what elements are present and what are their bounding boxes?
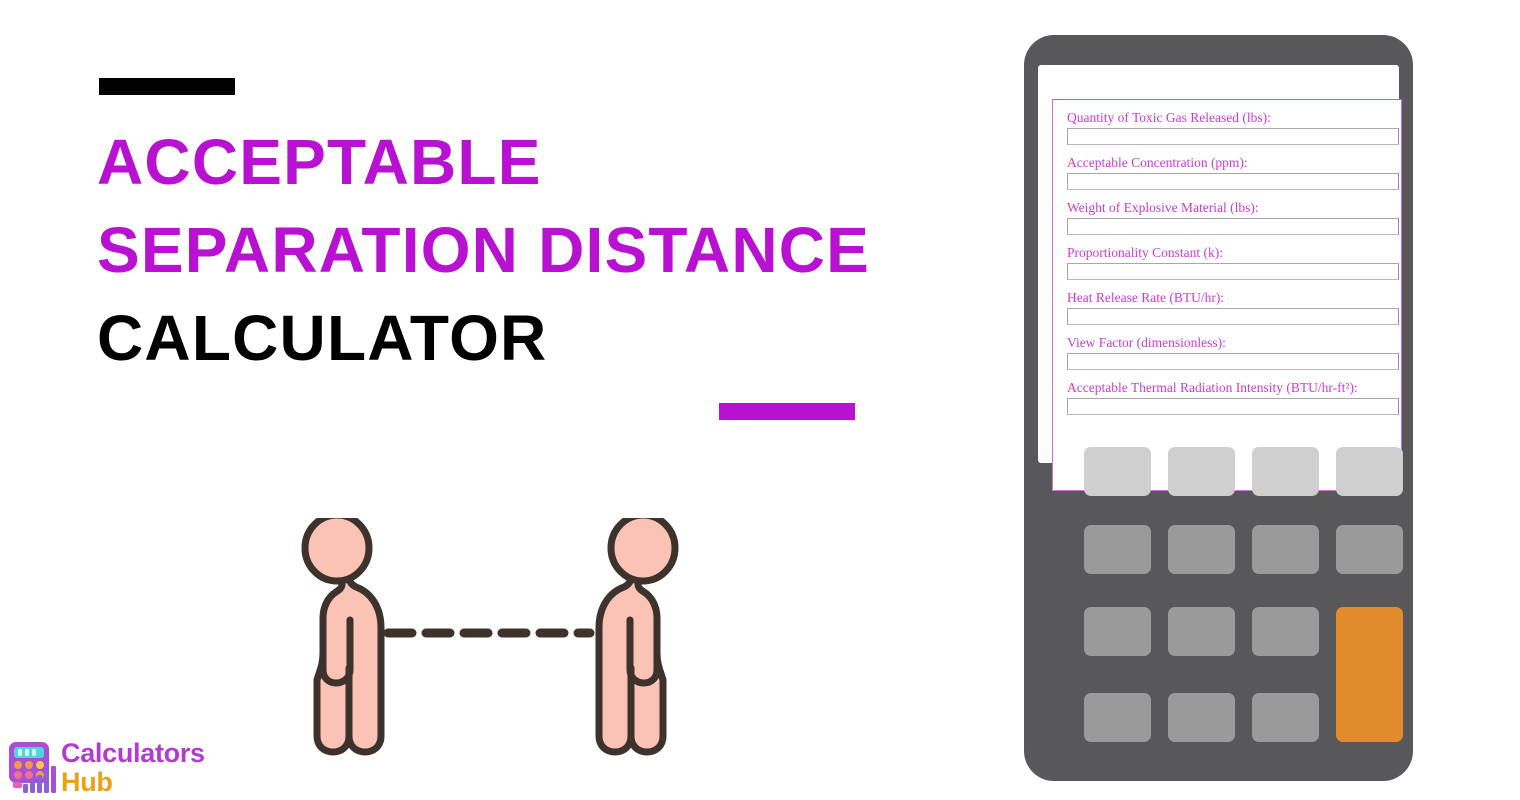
calculator-key-r4c2[interactable] xyxy=(1168,693,1235,742)
calculator-key-r2c1[interactable] xyxy=(1084,525,1151,574)
input-view-factor[interactable] xyxy=(1067,353,1399,370)
person-right-head xyxy=(607,518,679,585)
calculator-key-r3c3[interactable] xyxy=(1252,607,1319,656)
logo-bar-5 xyxy=(51,766,56,793)
logo-wordmark: Calculators Hub xyxy=(61,739,205,797)
people-svg xyxy=(301,518,679,756)
input-acceptable-concentration[interactable] xyxy=(1067,173,1399,190)
calculator-keypad xyxy=(1084,447,1414,759)
field-group-heat-release-rate: Heat Release Rate (BTU/hr): xyxy=(1067,289,1399,325)
label-heat-release-rate: Heat Release Rate (BTU/hr): xyxy=(1067,290,1225,305)
input-quantity-toxic-gas[interactable] xyxy=(1067,128,1399,145)
calculator-key-r1c3[interactable] xyxy=(1252,447,1319,496)
calculator-key-r2c3[interactable] xyxy=(1252,525,1319,574)
logo-word-hub: Hub xyxy=(61,767,113,797)
calculator-key-r1c4[interactable] xyxy=(1336,447,1403,496)
calculator-key-r4c1[interactable] xyxy=(1084,693,1151,742)
calculator-key-r2c4[interactable] xyxy=(1336,525,1403,574)
field-group-weight-explosive-material: Weight of Explosive Material (lbs): xyxy=(1067,199,1399,235)
input-heat-release-rate[interactable] xyxy=(1067,308,1399,325)
input-thermal-radiation-intensity[interactable] xyxy=(1067,398,1399,415)
label-thermal-radiation-intensity: Acceptable Thermal Radiation Intensity (… xyxy=(1067,380,1358,395)
field-group-quantity-toxic-gas: Quantity of Toxic Gas Released (lbs): xyxy=(1067,109,1399,145)
label-proportionality-constant: Proportionality Constant (k): xyxy=(1067,245,1223,260)
calculator-device: Quantity of Toxic Gas Released (lbs): Ac… xyxy=(1024,35,1413,781)
calculator-key-r3c1[interactable] xyxy=(1084,607,1151,656)
page-title-line-3: CALCULATOR xyxy=(97,302,548,374)
accent-bar-bottom xyxy=(719,403,855,420)
person-left-head xyxy=(301,518,373,585)
logo-bar-2 xyxy=(30,780,35,793)
field-group-thermal-radiation-intensity: Acceptable Thermal Radiation Intensity (… xyxy=(1067,379,1399,415)
logo-word-calculators: Calculators xyxy=(61,738,205,768)
hero-section: ACCEPTABLE SEPARATION DISTANCE CALCULATO… xyxy=(0,0,1010,800)
label-weight-explosive-material: Weight of Explosive Material (lbs): xyxy=(1067,200,1259,215)
calculator-key-r2c2[interactable] xyxy=(1168,525,1235,574)
calculator-key-r4c3[interactable] xyxy=(1252,693,1319,742)
page-title: ACCEPTABLE SEPARATION DISTANCE CALCULATO… xyxy=(97,118,997,382)
input-weight-explosive-material[interactable] xyxy=(1067,218,1399,235)
page-title-line-2: SEPARATION DISTANCE xyxy=(97,214,871,286)
input-form: Quantity of Toxic Gas Released (lbs): Ac… xyxy=(1052,99,1402,491)
input-proportionality-constant[interactable] xyxy=(1067,263,1399,280)
calculator-key-equals-accent[interactable] xyxy=(1336,607,1403,742)
field-group-acceptable-concentration: Acceptable Concentration (ppm): xyxy=(1067,154,1399,190)
calculator-screen-panel: Quantity of Toxic Gas Released (lbs): Ac… xyxy=(1038,65,1402,491)
logo-bar-3 xyxy=(37,775,42,793)
calculator-bar-chart-icon xyxy=(4,739,60,795)
calculator-key-r1c2[interactable] xyxy=(1168,447,1235,496)
label-view-factor: View Factor (dimensionless): xyxy=(1067,335,1226,350)
separation-distance-illustration xyxy=(290,518,690,763)
accent-bar-top xyxy=(99,78,235,95)
site-logo[interactable]: Calculators Hub xyxy=(4,739,234,800)
person-right xyxy=(595,518,679,756)
person-left xyxy=(301,518,385,756)
field-group-view-factor: View Factor (dimensionless): xyxy=(1067,334,1399,370)
field-group-proportionality-constant: Proportionality Constant (k): xyxy=(1067,244,1399,280)
calculator-key-r1c1[interactable] xyxy=(1084,447,1151,496)
logo-bar-4 xyxy=(44,770,49,793)
label-quantity-toxic-gas: Quantity of Toxic Gas Released (lbs): xyxy=(1067,110,1271,125)
calculator-key-r3c2[interactable] xyxy=(1168,607,1235,656)
page-title-line-1: ACCEPTABLE xyxy=(97,126,542,198)
label-acceptable-concentration: Acceptable Concentration (ppm): xyxy=(1067,155,1248,170)
logo-bar-1 xyxy=(23,784,28,793)
